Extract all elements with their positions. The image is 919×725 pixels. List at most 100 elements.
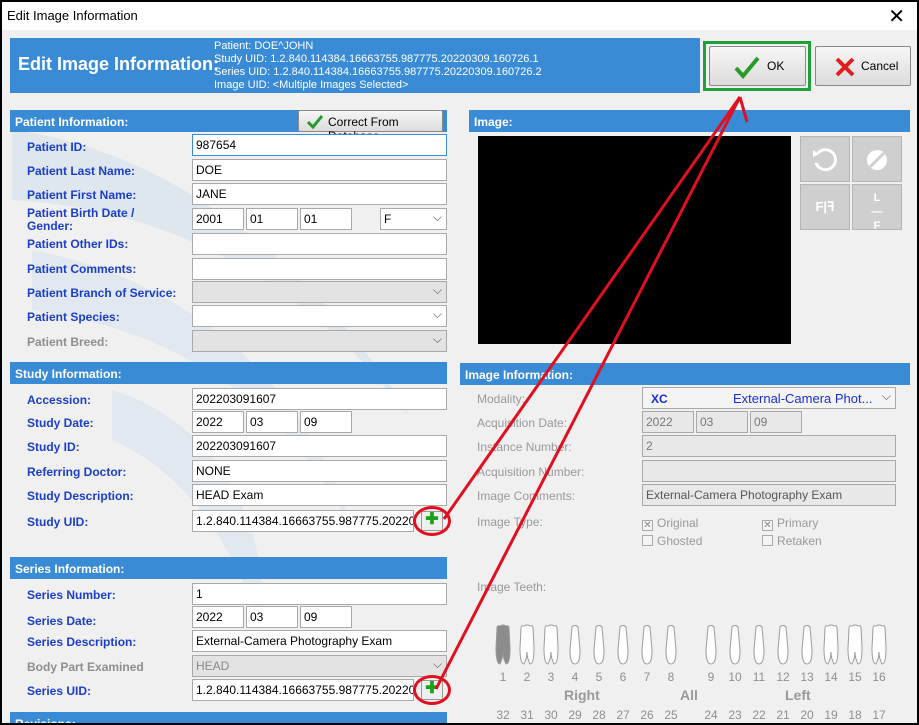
retaken-checkbox[interactable]: Retaken <box>762 534 822 548</box>
tooth-number[interactable]: 1 <box>492 670 514 684</box>
close-icon[interactable]: ✕ <box>888 4 905 29</box>
series-description-input[interactable]: External-Camera Photography Exam <box>192 630 447 652</box>
tooth-number[interactable]: 3 <box>540 670 562 684</box>
study-uid-generate-button[interactable]: ✚ <box>421 511 443 531</box>
study-id-input[interactable]: 202203091607 <box>192 435 447 457</box>
instance-number-input: 2 <box>642 435 896 457</box>
series-day-input[interactable]: 09 <box>300 606 352 628</box>
patient-first-name-label: Patient First Name: <box>27 188 137 202</box>
ok-label: OK <box>767 59 785 73</box>
tooth-icon[interactable] <box>750 624 768 666</box>
tooth-number[interactable]: 30 <box>540 708 562 722</box>
birth-year-input[interactable]: 2001 <box>192 208 244 230</box>
referring-doctor-input[interactable]: NONE <box>192 460 447 482</box>
tooth-number[interactable]: 2 <box>516 670 538 684</box>
tooth-icon[interactable] <box>542 624 560 666</box>
tooth-icon[interactable] <box>846 624 864 666</box>
original-checkbox[interactable]: ✕ Original <box>642 516 698 531</box>
window-title: Edit Image Information <box>7 8 138 23</box>
series-uid-generate-button[interactable]: ✚ <box>421 680 443 700</box>
modality-select[interactable]: XC External-Camera Phot... ⌵ <box>642 387 896 409</box>
checkmark-icon <box>307 115 323 129</box>
tooth-icon[interactable] <box>870 624 888 666</box>
tooth-number[interactable]: 23 <box>724 708 746 722</box>
invert-button[interactable] <box>852 136 902 182</box>
birth-day-input[interactable]: 01 <box>300 208 352 230</box>
plus-icon: ✚ <box>425 511 439 528</box>
patient-comments-input[interactable] <box>192 258 447 280</box>
plus-icon: ✚ <box>425 680 439 697</box>
tooth-number[interactable]: 10 <box>724 670 746 684</box>
tooth-icon[interactable] <box>638 624 656 666</box>
acquisition-date-label: Acquisition Date: <box>477 416 568 430</box>
patient-first-name-input[interactable]: JANE <box>192 183 447 205</box>
patient-last-name-input[interactable]: DOE <box>192 159 447 181</box>
tooth-icon[interactable] <box>774 624 792 666</box>
series-month-input[interactable]: 03 <box>246 606 298 628</box>
patient-species-select[interactable]: ⌵ <box>192 305 447 327</box>
rotate-button[interactable] <box>800 136 850 182</box>
tooth-number[interactable]: 13 <box>796 670 818 684</box>
tooth-icon[interactable] <box>822 624 840 666</box>
series-year-input[interactable]: 2022 <box>192 606 244 628</box>
tooth-number[interactable]: 8 <box>660 670 682 684</box>
study-day-input[interactable]: 09 <box>300 411 352 433</box>
tooth-number[interactable]: 16 <box>868 670 890 684</box>
study-month-input[interactable]: 03 <box>246 411 298 433</box>
chevron-down-icon: ⌵ <box>432 657 442 671</box>
tooth-number[interactable]: 20 <box>796 708 818 722</box>
tooth-number[interactable]: 25 <box>660 708 682 722</box>
tooth-icon[interactable] <box>494 624 512 666</box>
tooth-number[interactable]: 12 <box>772 670 794 684</box>
tooth-number[interactable]: 7 <box>636 670 658 684</box>
series-uid-input[interactable]: 1.2.840.114384.16663755.987775.20220309. <box>192 679 414 701</box>
tooth-number[interactable]: 28 <box>588 708 610 722</box>
tooth-number[interactable]: 29 <box>564 708 586 722</box>
tooth-number[interactable]: 4 <box>564 670 586 684</box>
tooth-number[interactable]: 26 <box>636 708 658 722</box>
tooth-number[interactable]: 19 <box>820 708 842 722</box>
tooth-icon[interactable] <box>702 624 720 666</box>
tooth-number[interactable]: 15 <box>844 670 866 684</box>
tooth-number[interactable]: 24 <box>700 708 722 722</box>
study-description-input[interactable]: HEAD Exam <box>192 484 447 506</box>
cancel-button[interactable]: Cancel <box>815 46 911 86</box>
ghosted-checkbox[interactable]: Ghosted <box>642 534 702 548</box>
tooth-number[interactable]: 31 <box>516 708 538 722</box>
patient-branch-select[interactable]: ⌵ <box>192 281 447 303</box>
tooth-number[interactable]: 27 <box>612 708 634 722</box>
tooth-icon[interactable] <box>798 624 816 666</box>
birth-month-input[interactable]: 01 <box>246 208 298 230</box>
tooth-icon[interactable] <box>726 624 744 666</box>
tooth-number[interactable]: 17 <box>868 708 890 722</box>
tooth-number[interactable]: 21 <box>772 708 794 722</box>
gender-select[interactable]: F ⌵ <box>380 208 447 230</box>
study-year-input[interactable]: 2022 <box>192 411 244 433</box>
tooth-icon[interactable] <box>662 624 680 666</box>
patient-other-ids-input[interactable] <box>192 233 447 255</box>
patient-id-input[interactable]: 987654 <box>192 134 447 156</box>
tooth-number[interactable]: 11 <box>748 670 770 684</box>
tooth-icon[interactable] <box>518 624 536 666</box>
tooth-number[interactable]: 22 <box>748 708 770 722</box>
primary-checkbox[interactable]: ✕ Primary <box>762 516 818 531</box>
study-uid-input[interactable]: 1.2.840.114384.16663755.987775.20220309. <box>192 510 414 532</box>
tooth-number[interactable]: 5 <box>588 670 610 684</box>
correct-from-database-button[interactable]: Correct From Database <box>298 110 443 143</box>
accession-input[interactable]: 202203091607 <box>192 388 447 410</box>
series-number-input[interactable]: 1 <box>192 583 447 605</box>
tooth-number[interactable]: 18 <box>844 708 866 722</box>
study-uid-label: Study UID: <box>27 515 89 529</box>
tooth-icon[interactable] <box>566 624 584 666</box>
tooth-number[interactable]: 9 <box>700 670 722 684</box>
tooth-number[interactable]: 14 <box>820 670 842 684</box>
tooth-icon[interactable] <box>590 624 608 666</box>
flip-horizontal-button[interactable]: F|ꟻ <box>800 184 850 230</box>
tooth-number[interactable]: 6 <box>612 670 634 684</box>
study-section-header: Study Information: <box>10 362 447 384</box>
tooth-number[interactable]: 32 <box>492 708 514 722</box>
ok-button[interactable]: OK <box>709 46 806 86</box>
modality-name: External-Camera Phot... <box>733 391 873 406</box>
flip-vertical-button[interactable]: L — F <box>852 184 902 232</box>
tooth-icon[interactable] <box>614 624 632 666</box>
